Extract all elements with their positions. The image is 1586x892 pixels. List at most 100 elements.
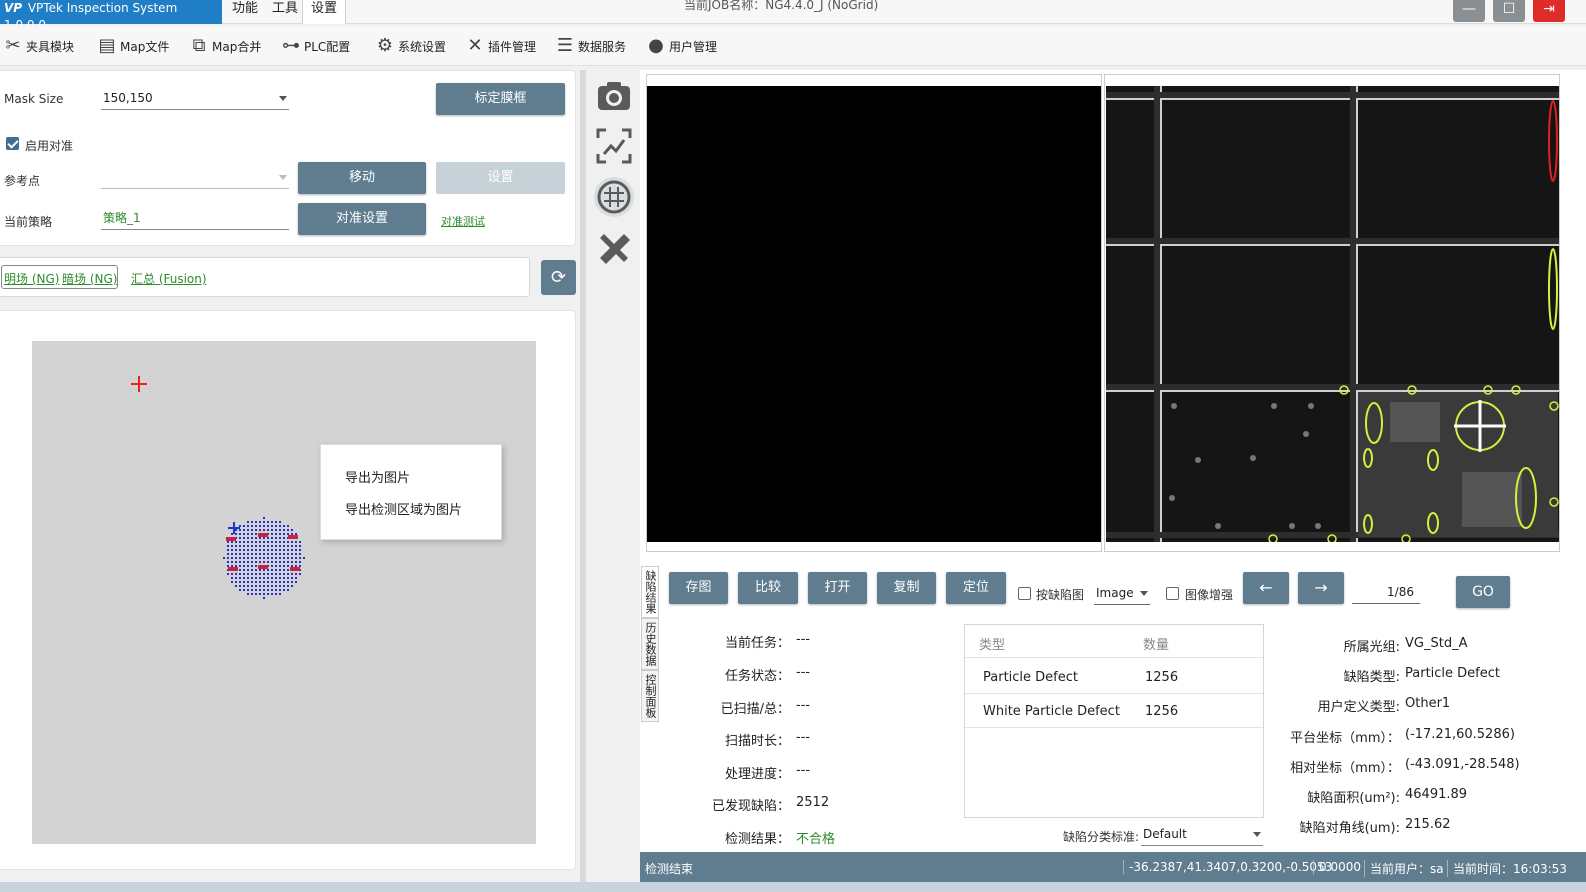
toolbar-system-settings[interactable]: ⚙ 系统设置	[374, 31, 446, 61]
fit-image-icon[interactable]	[594, 126, 634, 166]
die-dot	[243, 533, 245, 535]
die-pad	[1462, 472, 1522, 527]
menu-settings[interactable]: 设置	[302, 0, 347, 24]
by-defect-label: 按缺陷图	[1036, 588, 1085, 602]
die-dot	[251, 573, 253, 575]
classify-select[interactable]: Default	[1141, 824, 1263, 846]
die-dot	[291, 573, 293, 575]
set-button[interactable]: 设置	[436, 162, 565, 194]
calibrate-frame-button[interactable]: 标定膜框	[436, 83, 565, 115]
tab-fusion[interactable]: 汇总 (Fusion)	[131, 270, 207, 287]
measure-tools-icon[interactable]	[594, 228, 634, 268]
copy-button[interactable]: 复制	[877, 572, 936, 604]
toolbar-plugin-manager[interactable]: ✕ 插件管理	[464, 31, 536, 61]
die-dot	[263, 573, 265, 575]
next-button[interactable]: →	[1298, 572, 1344, 604]
user-icon: ●	[648, 35, 664, 56]
defect-image-view[interactable]	[647, 86, 1101, 542]
die-dot	[247, 533, 249, 535]
toolbar-plc-config[interactable]: ⊶ PLC配置	[280, 31, 350, 61]
save-image-button[interactable]: 存图	[669, 572, 728, 604]
tab-control-panel[interactable]: 控制面板	[641, 670, 659, 722]
menu-tools[interactable]: 工具	[264, 0, 306, 24]
die-dot	[259, 577, 261, 579]
die-dot	[275, 565, 277, 567]
camera-icon[interactable]	[594, 76, 634, 116]
die-dot	[243, 569, 245, 571]
wafer-grid-icon[interactable]	[594, 177, 634, 217]
die-dot	[263, 569, 265, 571]
open-button[interactable]: 打开	[808, 572, 867, 604]
die-dot	[275, 525, 277, 527]
die-dot	[255, 573, 257, 575]
die-dot	[255, 569, 257, 571]
die-image-view[interactable]	[1106, 86, 1559, 544]
align-test-link[interactable]: 对准测试	[441, 213, 485, 229]
defect-die-marker	[228, 567, 238, 571]
image-select[interactable]: Image	[1094, 583, 1150, 605]
die-dot	[263, 521, 265, 523]
menu-export-image[interactable]: 导出为图片	[345, 467, 410, 486]
mask-size-combo[interactable]: 150,150	[101, 88, 289, 110]
page-input[interactable]: 1/86	[1352, 582, 1420, 604]
enhance-checkbox[interactable]	[1166, 587, 1179, 600]
die-dot	[247, 565, 249, 567]
splitter[interactable]	[580, 70, 586, 882]
die-dot	[255, 585, 257, 587]
die-dot	[235, 561, 237, 563]
particle-spot	[1315, 523, 1321, 529]
menu-function[interactable]: 功能	[224, 0, 266, 24]
toolbar-data-service[interactable]: ☰ 数据服务	[554, 31, 626, 61]
table-row[interactable]: Particle Defect 1256	[965, 661, 1263, 694]
locate-button[interactable]: 定位	[946, 572, 1006, 604]
vp-logo-icon: VP	[4, 1, 23, 15]
close-button[interactable]: ⇥	[1533, 0, 1565, 22]
die-dot	[291, 545, 293, 547]
die-dot	[243, 561, 245, 563]
align-settings-button[interactable]: 对准设置	[298, 203, 426, 235]
die-dot	[255, 533, 257, 535]
table-row[interactable]: White Particle Defect 1256	[965, 695, 1263, 728]
minimize-button[interactable]: —	[1453, 0, 1485, 22]
strategy-field[interactable]: 策略_1	[101, 208, 289, 230]
die-dot	[279, 581, 281, 583]
menu-export-region-image[interactable]: 导出检测区域为图片	[345, 499, 462, 518]
compare-button[interactable]: 比较	[738, 572, 798, 604]
die-dot	[251, 553, 253, 555]
die-dot	[271, 553, 273, 555]
grid-line	[1160, 86, 1162, 542]
gear-icon: ⚙	[376, 35, 394, 56]
defect-die-marker	[258, 565, 268, 569]
title-bar: VP VPTek Inspection System 1.0.0.0 功能 工具…	[0, 0, 1586, 32]
tab-defect-results[interactable]: 缺陷结果	[641, 566, 659, 618]
die-dot	[251, 537, 253, 539]
die-dot	[227, 557, 229, 559]
particle-spot	[1308, 403, 1314, 409]
tab-brightfield[interactable]: 明场 (NG)	[4, 270, 59, 287]
prev-button[interactable]: ←	[1243, 572, 1289, 604]
die-dot	[255, 557, 257, 559]
toolbar-user-manager[interactable]: ● 用户管理	[645, 31, 717, 61]
toolbar-map-file[interactable]: ▤ Map文件	[96, 31, 169, 61]
refresh-map-button[interactable]: ⟳	[541, 260, 576, 295]
die-dot	[263, 525, 265, 527]
die-dot	[231, 581, 233, 583]
ref-point-combo[interactable]	[101, 167, 289, 189]
maximize-button[interactable]: ☐	[1493, 0, 1525, 22]
strategy-value: 策略_1	[103, 211, 141, 225]
enable-align-checkbox[interactable]	[6, 137, 19, 150]
merge-icon: ⧉	[192, 35, 206, 56]
go-button[interactable]: GO	[1456, 576, 1510, 608]
die-dot	[291, 549, 293, 551]
toolbar-map-merge[interactable]: ⧉ Map合并	[188, 31, 262, 61]
move-button[interactable]: 移动	[298, 162, 426, 194]
toolbar-fixture-module[interactable]: ✂ 夹具模块	[2, 31, 74, 61]
tab-history-data[interactable]: 历史数据	[641, 618, 659, 670]
toolbar-label: 数据服务	[578, 39, 627, 54]
wafer-map-canvas[interactable]	[32, 341, 536, 844]
by-defect-checkbox[interactable]	[1018, 587, 1031, 600]
tab-darkfield[interactable]: 暗场 (NG)	[62, 270, 117, 287]
die-dot	[279, 537, 281, 539]
die-dot	[271, 569, 273, 571]
die-dot	[243, 589, 245, 591]
